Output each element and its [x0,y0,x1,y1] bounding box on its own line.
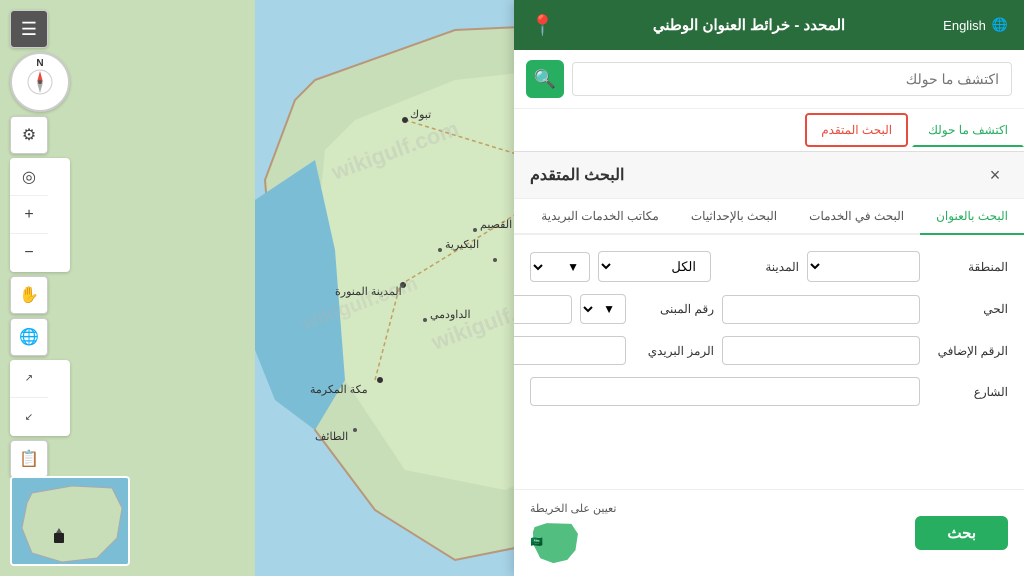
search-icon: 🔍 [534,69,556,90]
panel-title: المحدد - خرائط العنوان الوطني [653,16,845,34]
postal-extra-input[interactable] [722,336,920,365]
svg-text:مكة المكرمة: مكة المكرمة [310,384,368,396]
layers-button[interactable]: 📋 [10,440,48,478]
street-input[interactable] [530,377,920,406]
form-content: المنطقة المدينة الكل ▼ الحي رقم المبنى ▼ [514,235,1024,434]
zoom-out-button[interactable]: − [10,234,48,272]
city-select[interactable]: الكل [598,251,711,282]
zoom-in-button[interactable]: + [10,196,48,234]
advanced-title-bar: × البحث المتقدم [514,152,1024,199]
tabs-row: اكتشف ما حولك البحث المتقدم [514,109,1024,152]
svg-text:البكيرية: البكيرية [445,239,479,251]
compass-widget[interactable]: N [10,52,70,112]
map-pin-icon: 📍 [530,13,555,38]
svg-text:القصيم: القصيم [480,219,512,231]
location-button[interactable]: ◎ [10,158,48,196]
minimap [10,476,130,566]
city-arrow-select[interactable]: ▼ [530,252,590,282]
district-input[interactable] [722,295,920,324]
nav-arrows: ↗ ↙ [10,360,70,436]
advanced-panel: × البحث المتقدم البحث بالعنوان البحث في … [514,152,1024,489]
right-panel: 🌐 English المحدد - خرائط العنوان الوطني … [514,0,1024,576]
district-building-row: الحي رقم المبنى ▼ [530,294,1008,324]
postal-extra-label: الرقم الإضافي [928,344,1008,358]
pan-button[interactable]: ✋ [10,276,48,314]
saudi-map-icon: 🇸🇦 [530,519,580,564]
map-toolbar: ☰ N ⚙ ◎ + − ✋ 🌐 ↗ ↙ 📋 [10,10,70,478]
map-hint: تعيين على الخريطة 🇸🇦 [530,502,616,564]
city-label: المدينة [719,260,799,274]
tab-discover[interactable]: اكتشف ما حولك [912,113,1024,147]
globe-icon: 🌐 [992,17,1008,33]
tab-address[interactable]: البحث بالعنوان [920,199,1024,235]
district-label: الحي [928,302,1008,316]
menu-button[interactable]: ☰ [10,10,48,48]
nav-up-right[interactable]: ↗ [10,360,48,398]
nav-down-left[interactable]: ↙ [10,398,48,436]
search-submit-button[interactable]: بحث [915,516,1008,550]
svg-text:تبوك: تبوك [410,109,431,121]
postal-row: الرقم الإضافي الرمز البريدي [530,336,1008,365]
settings-button[interactable]: ⚙ [10,116,48,154]
inner-tabs: البحث بالعنوان البحث في الخدمات البحث با… [514,199,1024,235]
street-row: الشارع [530,377,1008,406]
region-select[interactable] [807,251,920,282]
language-label: English [943,18,986,33]
advanced-title: البحث المتقدم [530,165,624,185]
svg-text:الطائف: الطائف [315,431,348,443]
tab-coordinates[interactable]: البحث بالإحداثيات [675,199,793,235]
postal-label: الرمز البريدي [634,344,714,358]
search-button[interactable]: 🔍 [526,60,564,98]
building-arrow[interactable]: ▼ [580,294,626,324]
tab-postal-offices[interactable]: مكاتب الخدمات البريدية [525,199,675,235]
postal-input[interactable] [514,336,626,365]
map-hint-text: تعيين على الخريطة [530,502,616,515]
search-input-wrapper [572,62,1012,96]
close-button[interactable]: × [982,162,1008,188]
panel-header: 🌐 English المحدد - خرائط العنوان الوطني … [514,0,1024,50]
panel-bottom: بحث تعيين على الخريطة 🇸🇦 [514,489,1024,576]
region-city-row: المنطقة المدينة الكل ▼ [530,251,1008,282]
globe-button[interactable]: 🌐 [10,318,48,356]
tab-services[interactable]: البحث في الخدمات [793,199,920,235]
tab-advanced[interactable]: البحث المتقدم [805,113,908,147]
street-label: الشارع [928,385,1008,399]
search-input[interactable] [572,62,1012,96]
svg-text:🇸🇦: 🇸🇦 [531,536,543,548]
zoom-controls: ◎ + − [10,158,70,272]
search-bar: 🔍 [514,50,1024,109]
building-label: رقم المبنى [634,302,714,316]
region-label: المنطقة [928,260,1008,274]
language-selector[interactable]: 🌐 English [943,17,1008,33]
building-input[interactable] [514,295,572,324]
